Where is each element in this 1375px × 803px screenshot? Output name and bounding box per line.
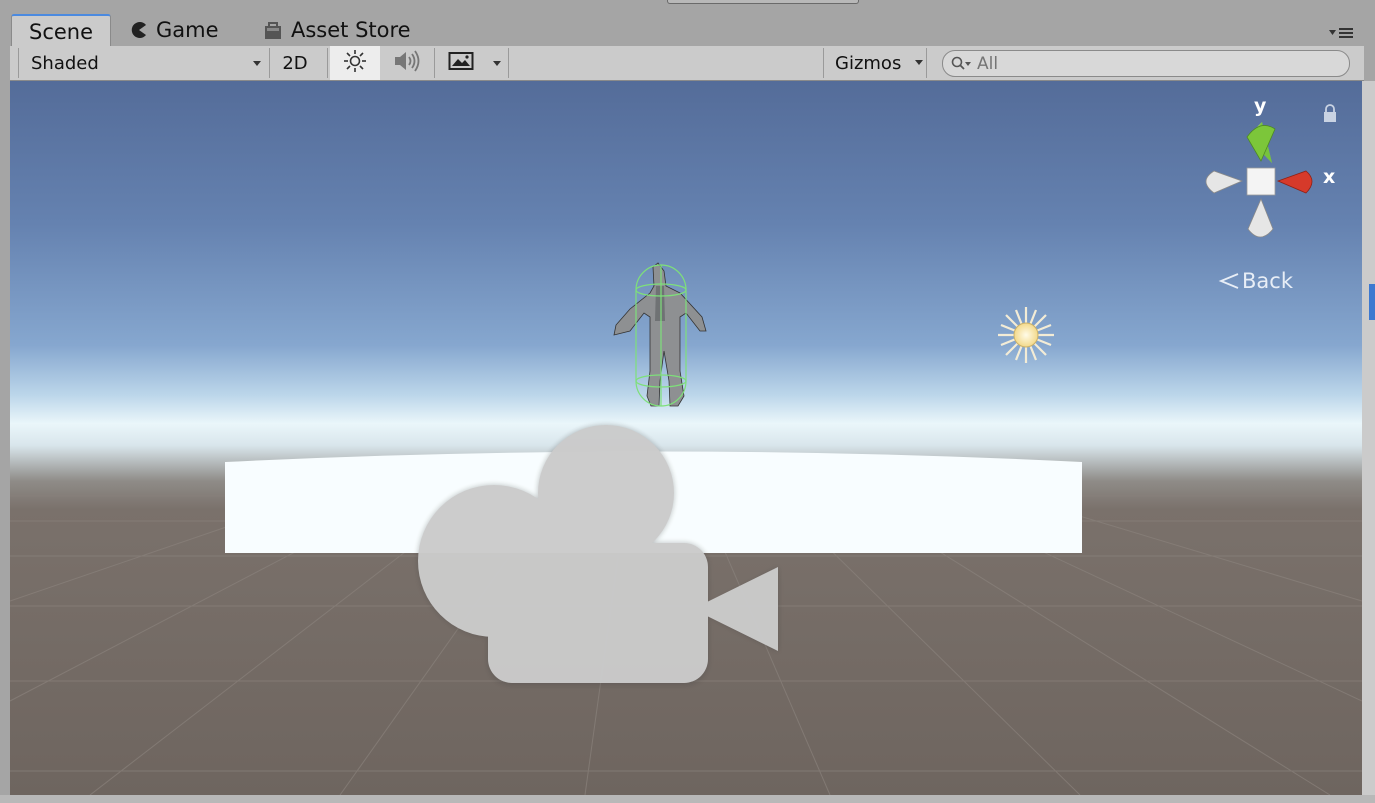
2d-mode-button[interactable]: 2D: [272, 46, 318, 80]
toolbar-separator: [926, 48, 927, 78]
audio-toggle-icon: [392, 49, 422, 78]
gizmo-y-label: y: [1254, 95, 1267, 117]
view-orientation-text: Back: [1242, 269, 1293, 293]
layout-toolbar-edge: [667, 0, 859, 4]
view-orientation-label[interactable]: Back: [1218, 269, 1293, 293]
search-icon: [951, 56, 973, 72]
lock-icon: [1324, 104, 1336, 122]
orientation-gizmo: [1205, 122, 1313, 238]
tab-asset-store[interactable]: Asset Store: [263, 14, 411, 46]
directional-light-icon: [998, 307, 1054, 363]
draw-mode-label: Shaded: [31, 52, 99, 74]
lighting-toggle-icon: [343, 49, 367, 78]
chevron-down-icon: [493, 61, 501, 66]
draw-mode-dropdown[interactable]: Shaded: [21, 46, 267, 80]
scene-toolbar: Shaded 2D Gizmos: [10, 46, 1364, 81]
effects-toggle-icon: [448, 51, 474, 76]
effects-dropdown-button[interactable]: [487, 46, 507, 80]
effects-toggle-button[interactable]: [435, 46, 487, 80]
asset-store-bag-icon: [263, 20, 283, 40]
scene-viewport[interactable]: y x Back: [10, 81, 1362, 795]
toolbar-separator: [18, 48, 19, 78]
2d-mode-label: 2D: [282, 52, 308, 74]
gizmos-dropdown[interactable]: Gizmos: [825, 46, 933, 80]
toolbar-separator: [508, 48, 509, 78]
tab-asset-store-label: Asset Store: [291, 18, 411, 42]
tab-game-label: Game: [156, 18, 219, 42]
chevron-left-icon: [1218, 273, 1239, 289]
toolbar-separator: [823, 48, 824, 78]
splitter-highlight: [1369, 284, 1375, 320]
gizmo-x-label: x: [1323, 166, 1336, 188]
chevron-down-icon: [915, 60, 923, 65]
gizmos-label: Gizmos: [835, 52, 902, 74]
panel-menu-icon[interactable]: [1327, 24, 1357, 43]
window-bottom-edge: [0, 795, 1375, 803]
toolbar-separator: [269, 48, 270, 78]
tab-bar: Scene Game Asset Store: [0, 0, 1375, 48]
search-input[interactable]: [977, 53, 1337, 74]
game-pacman-icon: [130, 21, 148, 39]
tab-game[interactable]: Game: [130, 14, 219, 46]
tab-scene[interactable]: Scene: [11, 14, 111, 48]
scene-view-graphics: [10, 104, 1362, 795]
chevron-down-icon: [253, 61, 261, 66]
tab-scene-label: Scene: [28, 20, 94, 44]
audio-toggle-button[interactable]: [382, 46, 432, 80]
hierarchy-search-field[interactable]: [942, 50, 1350, 77]
window-splitter-right[interactable]: [1362, 81, 1375, 795]
lighting-toggle-button[interactable]: [330, 46, 380, 80]
toolbar-separator: [327, 48, 328, 78]
